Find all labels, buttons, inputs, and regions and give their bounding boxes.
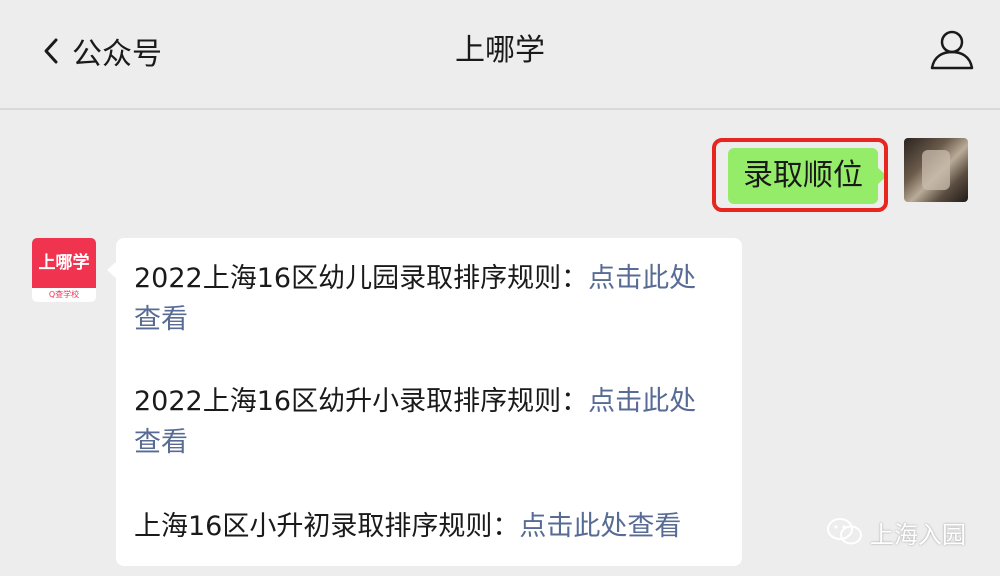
nav-bar: 公众号 上哪学 [0,0,1000,110]
wechat-icon [827,518,862,545]
reply-link[interactable]: 点击此处查看 [519,511,681,542]
watermark: 上海入园 [826,512,966,552]
reply-text: 2022上海16区幼升小录取排序规则： [134,386,589,417]
bot-avatar-tagline: Q查学校 [48,290,80,299]
reply-link[interactable]: 点击此处 [588,386,696,417]
back-button[interactable]: 公众号 [36,26,162,76]
reply-text: 上海16区小升初录取排序规则： [134,511,520,542]
back-label: 公众号 [72,37,162,72]
reply-line: 查看 [134,299,188,340]
reply-line: 查看 [134,422,188,463]
user-avatar[interactable] [904,138,968,202]
person-outline-icon[interactable] [928,28,976,72]
reply-link[interactable]: 查看 [134,304,188,335]
reply-text: 2022上海16区幼儿园录取排序规则： [134,263,589,294]
highlight-annotation [712,138,888,212]
reply-line: 2022上海16区幼儿园录取排序规则：点击此处 [134,258,696,299]
bot-avatar[interactable]: 上哪学 Q查学校 [32,238,96,302]
reply-line: 上海16区小升初录取排序规则：点击此处查看 [134,506,681,547]
chevron-left-icon [36,31,66,71]
reply-line: 2022上海16区幼升小录取排序规则：点击此处 [134,381,696,422]
avatar-image [922,150,950,190]
reply-link[interactable]: 点击此处 [588,263,696,294]
received-message-bubble: 2022上海16区幼儿园录取排序规则：点击此处 查看 2022上海16区幼升小录… [107,238,742,566]
reply-link[interactable]: 查看 [134,427,188,458]
bot-avatar-brand: 上哪学 [32,238,96,288]
watermark-text: 上海入园 [870,520,966,549]
